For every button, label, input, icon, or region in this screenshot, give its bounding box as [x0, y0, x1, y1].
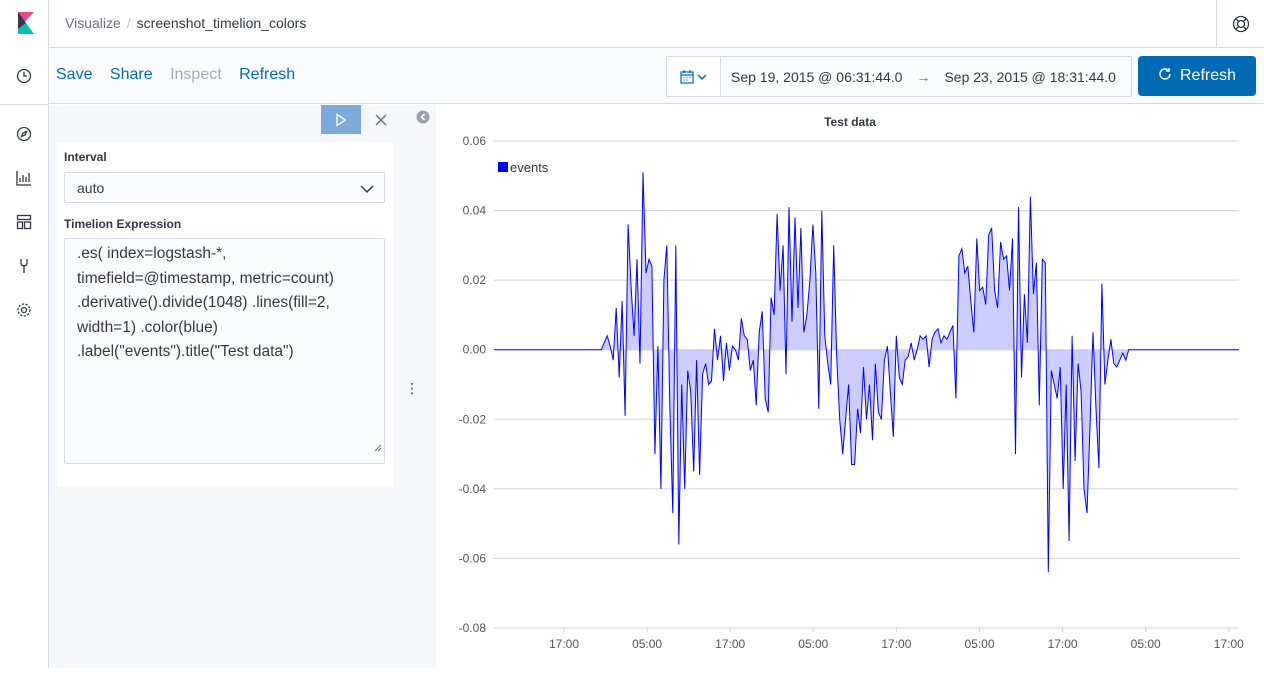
chart-title: Test data: [824, 115, 876, 129]
expression-textarea[interactable]: .es( index=logstash-*, timefield=@timest…: [64, 238, 385, 464]
legend-swatch: [498, 162, 508, 172]
chart-area: Test data 0.06 0.04 0.02 0.00 -0.02 -0.04 -0.0…: [436, 105, 1264, 668]
chevron-down-icon: [360, 181, 374, 197]
side-navigation: [0, 0, 49, 668]
quick-select-button[interactable]: [667, 57, 721, 96]
y-tick-label: -0.08: [459, 621, 487, 635]
x-tick-label: 05:00: [1131, 637, 1161, 651]
expression-line: timefield=@timestamp, metric=count): [77, 269, 334, 287]
breadcrumb-current: screenshot_timelion_colors: [136, 15, 307, 31]
header-bar: Visualize / screenshot_timelion_colors: [49, 0, 1264, 48]
series-area: [494, 172, 1239, 573]
nav-divider: [0, 104, 48, 105]
refresh-menu-button[interactable]: Refresh: [239, 66, 295, 83]
top-nav-menu: Save Share Inspect Refresh: [56, 66, 308, 84]
inspect-button[interactable]: Inspect: [170, 66, 222, 83]
run-button[interactable]: [321, 105, 361, 134]
refresh-icon: [1158, 67, 1172, 86]
compass-icon[interactable]: [14, 124, 34, 144]
top-menu-bar: Save Share Inspect Refresh Sep 19, 2015 …: [49, 49, 1264, 104]
resize-handle-icon[interactable]: [374, 436, 382, 461]
y-tick-label: 0.04: [463, 204, 487, 218]
breadcrumb-visualize[interactable]: Visualize: [65, 15, 121, 31]
y-tick-label: -0.02: [459, 412, 487, 426]
y-tick-label: 0.00: [463, 343, 487, 357]
refresh-button[interactable]: Refresh: [1138, 56, 1256, 96]
arrow-right-icon: →: [916, 68, 931, 85]
share-button[interactable]: Share: [110, 66, 153, 83]
end-date[interactable]: Sep 23, 2015 @ 18:31:44.0: [944, 69, 1115, 85]
visualize-icon[interactable]: [14, 168, 34, 188]
start-date[interactable]: Sep 19, 2015 @ 06:31:44.0: [731, 69, 902, 85]
kibana-logo-icon[interactable]: [14, 12, 36, 34]
devtools-icon[interactable]: [14, 256, 34, 276]
play-icon: [336, 112, 347, 127]
breadcrumb-separator: /: [126, 15, 131, 31]
y-tick-label: -0.04: [459, 482, 487, 496]
interval-label: Interval: [64, 150, 107, 164]
x-tick-label: 17:00: [881, 637, 911, 651]
y-tick-label: -0.06: [459, 551, 487, 565]
expression-line: .es( index=logstash-*,: [77, 245, 227, 262]
interval-select[interactable]: auto: [64, 172, 385, 203]
expression-line: .label("events").title("Test data"): [77, 343, 294, 361]
calendar-icon: [679, 69, 707, 84]
editor-form: Interval auto Timelion Expression .es( i…: [57, 143, 393, 487]
x-tick-label: 17:00: [1048, 637, 1078, 651]
breadcrumb: Visualize / screenshot_timelion_colors: [65, 15, 306, 31]
dashboard-icon[interactable]: [14, 212, 34, 232]
expression-label: Timelion Expression: [64, 217, 182, 231]
clock-icon[interactable]: [14, 66, 34, 86]
close-icon[interactable]: [371, 110, 391, 130]
x-tick-label: 17:00: [715, 637, 745, 651]
x-tick-label: 05:00: [964, 637, 994, 651]
collapse-icon[interactable]: [416, 110, 430, 124]
y-tick-label: 0.06: [463, 134, 487, 148]
y-tick-label: 0.02: [463, 273, 487, 287]
gear-icon[interactable]: [14, 300, 34, 320]
legend-label: events: [510, 160, 549, 175]
x-tick-label: 17:00: [1214, 637, 1244, 651]
x-tick-label: 05:00: [632, 637, 662, 651]
legend[interactable]: events: [498, 160, 549, 175]
help-icon: [1232, 15, 1249, 33]
refresh-button-label: Refresh: [1179, 67, 1237, 84]
expression-line: width=1) .color(blue): [77, 318, 218, 336]
editor-panel: Interval auto Timelion Expression .es( i…: [49, 105, 401, 668]
panel-splitter: ⋮: [401, 105, 436, 668]
date-picker: Sep 19, 2015 @ 06:31:44.0 → Sep 23, 2015…: [666, 56, 1132, 97]
help-button[interactable]: [1216, 0, 1264, 48]
timelion-chart: Test data 0.06 0.04 0.02 0.00 -0.02 -0.04 -0.0…: [459, 115, 1244, 651]
interval-value: auto: [77, 180, 105, 196]
x-tick-label: 17:00: [549, 637, 579, 651]
x-tick-label: 05:00: [798, 637, 828, 651]
expression-line: .derivative().divide(1048) .lines(fill=2…: [77, 294, 330, 312]
save-button[interactable]: Save: [56, 66, 92, 83]
drag-handle-icon[interactable]: ⋮: [405, 380, 419, 397]
